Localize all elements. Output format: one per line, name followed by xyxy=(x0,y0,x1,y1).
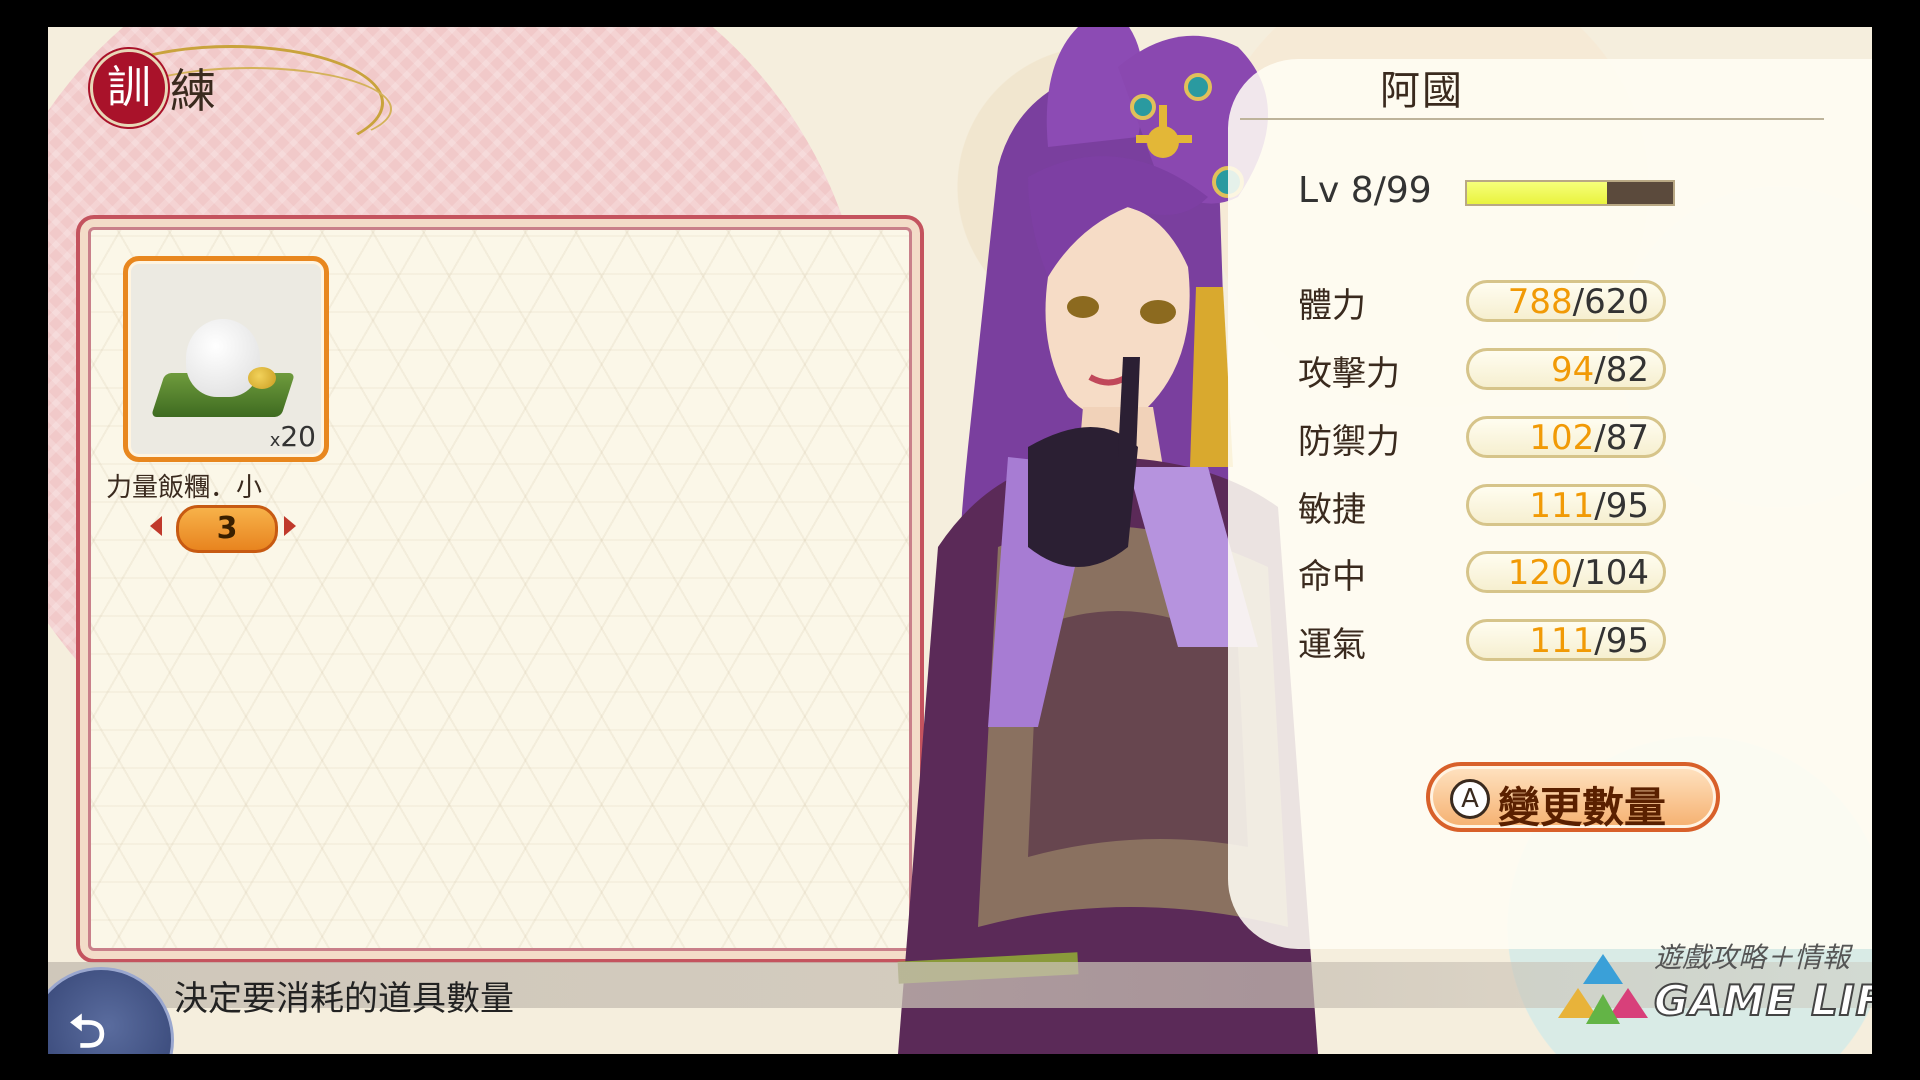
inventory-panel: x20 力量飯糰．小 3 xyxy=(76,215,924,963)
level-progress-fill xyxy=(1467,182,1608,204)
stat-label-hp: 體力 xyxy=(1298,286,1366,326)
pickle-icon xyxy=(248,367,276,389)
stat-base: /95 xyxy=(1594,486,1649,526)
item-name: 力量飯糰．小 xyxy=(106,473,263,503)
stat-current: 120 xyxy=(1507,553,1573,593)
title-emblem: 訓 練 xyxy=(68,37,408,161)
stat-current: 102 xyxy=(1529,418,1595,458)
stat-base: /620 xyxy=(1572,282,1649,322)
stat-base: /82 xyxy=(1594,350,1649,390)
title-seal: 訓 xyxy=(90,49,168,127)
title-text: 練 xyxy=(170,64,216,118)
increase-arrow-icon[interactable] xyxy=(284,516,296,536)
stat-label-attack: 攻擊力 xyxy=(1298,354,1400,394)
quantity-value[interactable]: 3 xyxy=(176,505,278,553)
a-button-icon: A xyxy=(1450,779,1490,819)
stat-value-defense: 102/87 xyxy=(1466,416,1666,458)
stat-current: 788 xyxy=(1507,282,1573,322)
level-label: Lv 8/99 xyxy=(1298,170,1432,211)
divider xyxy=(1240,118,1824,120)
item-count-value: 20 xyxy=(280,420,316,453)
item-slot-rice-ball[interactable]: x20 xyxy=(123,256,329,462)
stat-base: /95 xyxy=(1594,621,1649,661)
character-name: 阿國 xyxy=(1380,68,1464,114)
stat-current: 111 xyxy=(1529,486,1595,526)
tassel xyxy=(1190,287,1233,467)
stat-label-agility: 敏捷 xyxy=(1298,490,1366,530)
stat-label-accuracy: 命中 xyxy=(1298,557,1366,597)
kimono-pattern-dark xyxy=(1028,611,1248,857)
hair-jewel xyxy=(1184,73,1212,101)
rice-ball-icon xyxy=(186,319,260,397)
stat-value-agility: 111/95 xyxy=(1466,484,1666,526)
stat-label-defense: 防禦力 xyxy=(1298,422,1400,462)
stat-current: 94 xyxy=(1551,350,1595,390)
decrease-arrow-icon[interactable] xyxy=(150,516,162,536)
item-count: x20 xyxy=(270,420,316,453)
stat-base: /87 xyxy=(1594,418,1649,458)
level-progress-bar xyxy=(1465,180,1675,206)
change-quantity-button[interactable]: A 變更數量 xyxy=(1426,762,1720,832)
eye xyxy=(1140,300,1176,324)
quantity-stepper[interactable]: 3 xyxy=(138,503,308,553)
stat-value-accuracy: 120/104 xyxy=(1466,551,1666,593)
stat-base: /104 xyxy=(1572,553,1649,593)
stat-current: 111 xyxy=(1529,621,1595,661)
stat-value-hp: 788/620 xyxy=(1466,280,1666,322)
stat-value-luck: 111/95 xyxy=(1466,619,1666,661)
hair-jewel xyxy=(1130,94,1156,120)
stat-label-luck: 運氣 xyxy=(1298,625,1366,665)
eye xyxy=(1067,296,1099,318)
item-count-prefix: x xyxy=(269,430,281,451)
change-quantity-label: 變更數量 xyxy=(1498,783,1667,832)
stat-value-attack: 94/82 xyxy=(1466,348,1666,390)
